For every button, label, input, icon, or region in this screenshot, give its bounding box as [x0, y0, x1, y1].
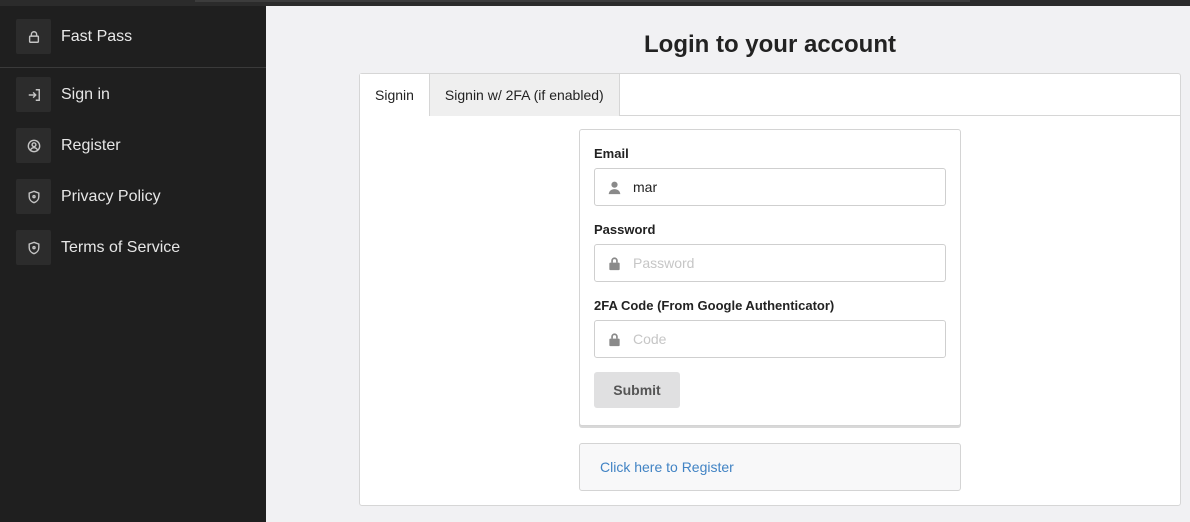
email-label: Email: [594, 146, 629, 161]
tab-bar: Signin Signin w/ 2FA (if enabled): [360, 74, 1180, 116]
shield-icon: [16, 179, 51, 214]
email-input-wrapper: [594, 168, 946, 206]
lock-icon: [16, 19, 51, 54]
sign-in-icon: [16, 77, 51, 112]
tab-signin-2fa[interactable]: Signin w/ 2FA (if enabled): [429, 74, 620, 116]
sidebar-item-label: Terms of Service: [61, 238, 181, 256]
page-title: Login to your account: [644, 31, 896, 58]
email-field[interactable]: [633, 179, 933, 195]
sidebar-item-label: Sign in: [61, 85, 110, 103]
sidebar: Fast Pass Sign in Register Privacy Polic…: [0, 6, 266, 522]
register-link[interactable]: Click here to Register: [600, 459, 734, 475]
login-form: Email Password 2FA Code (From Google Aut…: [579, 129, 961, 426]
shield-icon: [16, 230, 51, 265]
code-input-wrapper: [594, 320, 946, 358]
sidebar-item-label: Register: [61, 136, 121, 154]
submit-button[interactable]: Submit: [594, 372, 680, 408]
sidebar-item-label: Privacy Policy: [61, 187, 161, 205]
top-bar-highlight: [195, 0, 970, 2]
lock-icon: [609, 332, 620, 346]
sidebar-item-terms-of-service[interactable]: Terms of Service: [0, 222, 266, 273]
password-input-wrapper: [594, 244, 946, 282]
email-group: Email: [594, 146, 946, 206]
user-icon: [608, 181, 621, 194]
sidebar-brand[interactable]: Fast Pass: [0, 6, 266, 68]
code-field[interactable]: [633, 331, 933, 347]
code-group: 2FA Code (From Google Authenticator): [594, 298, 946, 358]
register-box: Click here to Register: [579, 443, 961, 491]
tab-signin[interactable]: Signin: [360, 74, 430, 116]
code-label: 2FA Code (From Google Authenticator): [594, 298, 835, 313]
sidebar-item-sign-in[interactable]: Sign in: [0, 69, 266, 120]
sidebar-item-privacy-policy[interactable]: Privacy Policy: [0, 171, 266, 222]
login-panel: Signin Signin w/ 2FA (if enabled) Email …: [359, 73, 1181, 506]
sidebar-item-register[interactable]: Register: [0, 120, 266, 171]
password-label: Password: [594, 222, 656, 237]
lock-icon: [609, 256, 620, 270]
user-circle-icon: [16, 128, 51, 163]
brand-label: Fast Pass: [61, 27, 133, 45]
password-field[interactable]: [633, 255, 933, 271]
main-content: Login to your account Signin Signin w/ 2…: [266, 6, 1190, 522]
password-group: Password: [594, 222, 946, 282]
